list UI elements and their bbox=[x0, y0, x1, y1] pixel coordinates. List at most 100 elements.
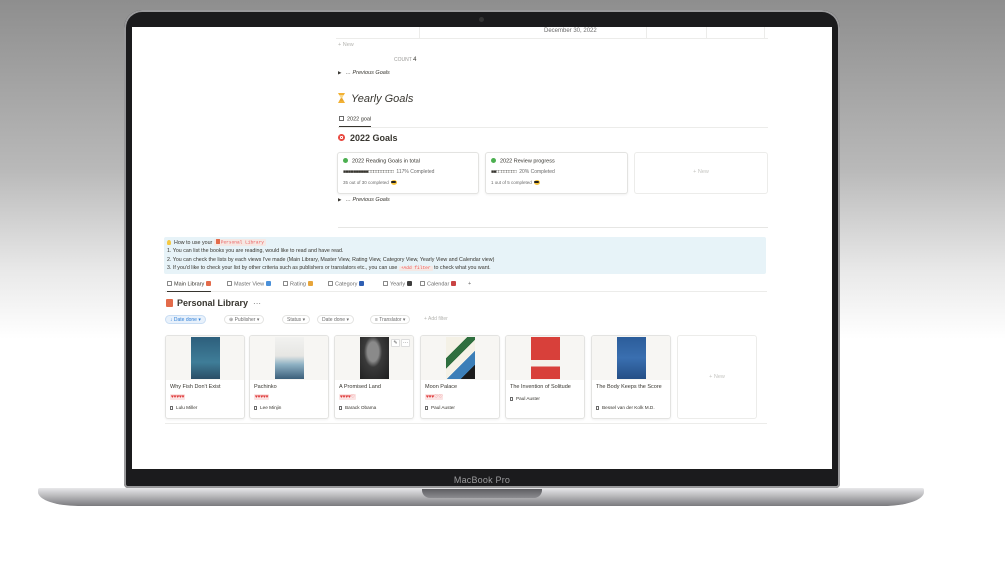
filter-translator[interactable]: ≡ Translator ▾ bbox=[370, 315, 411, 324]
page-icon bbox=[596, 405, 599, 410]
count-aggregate[interactable]: COUNT 4 bbox=[394, 57, 416, 63]
page-icon bbox=[510, 396, 513, 401]
books-emoji-icon bbox=[359, 281, 365, 286]
author-text: Lee Minjin bbox=[260, 405, 282, 410]
screen: December 30, 2022 + New COUNT 4 ▶… Previ… bbox=[132, 27, 832, 469]
book-icon bbox=[215, 239, 220, 244]
tab-2022-goal[interactable]: 2022 goal bbox=[339, 116, 372, 127]
rating-hearts: ♥♥♥♥♥ bbox=[170, 394, 186, 400]
book-title: The Invention of Solitude bbox=[510, 384, 571, 390]
author-text: Paul Auster bbox=[431, 405, 455, 410]
goal-summary: 1 out of 5 completed bbox=[491, 180, 540, 185]
book-card[interactable]: The Invention of Solitude Paul Auster bbox=[505, 335, 585, 419]
edit-icon[interactable]: ✎ bbox=[391, 339, 400, 347]
book-card[interactable]: Pachinko ♥♥♥♥♥ Lee Minjin bbox=[249, 335, 329, 419]
pencil-emoji-icon bbox=[307, 281, 313, 286]
goal-card-reading[interactable]: 2022 Reading Goals in total ■■■■■■■■■■□□… bbox=[337, 152, 479, 194]
tab-yearly[interactable]: Yearly bbox=[383, 281, 413, 288]
line3-text-a: 3. If you'd like to check your list by o… bbox=[167, 265, 398, 271]
sort-date-done[interactable]: ↓ Date done ▾ bbox=[165, 315, 206, 324]
rating-hearts: ♥♥♥♡♡ bbox=[425, 394, 444, 400]
summary-text: 35 out of 30 completed bbox=[343, 180, 389, 185]
lightbulb-icon bbox=[167, 239, 171, 245]
tab-label: Main Library bbox=[174, 281, 205, 288]
new-row-button[interactable]: + New bbox=[338, 42, 354, 48]
book-card[interactable]: ✎ ··· A Promised Land ♥♥♥♥♡ Barack Obama bbox=[334, 335, 414, 419]
toggle-triangle-icon: ▶ bbox=[338, 70, 342, 75]
new-book-card[interactable]: + New bbox=[677, 335, 757, 419]
book-card[interactable]: Moon Palace ♥♥♥♡♡ Paul Auster bbox=[420, 335, 500, 419]
tab-label: 2022 goal bbox=[347, 116, 372, 123]
toggle-label: … Previous Goals bbox=[345, 70, 390, 76]
sunglasses-emoji-icon bbox=[390, 180, 397, 185]
title-text: Personal Library bbox=[177, 298, 249, 308]
callout-heading: How to use your Personal Library bbox=[167, 239, 266, 246]
sunglasses-emoji-icon bbox=[533, 180, 540, 185]
tab-main-library[interactable]: Main Library bbox=[167, 281, 212, 292]
book-author: Bessel van der Kolk M.D. bbox=[596, 405, 655, 410]
tab-master-view[interactable]: Master View bbox=[227, 281, 272, 288]
author-text: Barack Obama bbox=[345, 405, 377, 410]
goal-card-review[interactable]: 2022 Review progress ■■□□□□□□□□ 20% Compl… bbox=[485, 152, 628, 194]
goal-summary: 35 out of 30 completed bbox=[343, 180, 397, 185]
book-card[interactable]: Why Fish Don't Exist ♥♥♥♥♥ Lulu Miller bbox=[165, 335, 245, 419]
page-icon bbox=[425, 405, 428, 410]
cover-area bbox=[421, 336, 499, 380]
add-view-button[interactable]: + bbox=[468, 281, 471, 287]
table-icon bbox=[283, 281, 288, 286]
calendar-emoji-icon bbox=[407, 281, 413, 286]
tab-calendar[interactable]: Calendar bbox=[420, 281, 457, 288]
previous-goals-toggle-2[interactable]: ▶… Previous Goals bbox=[338, 197, 390, 203]
filter-publisher[interactable]: ⊕ Publisher ▾ bbox=[224, 315, 265, 324]
more-icon[interactable]: ··· bbox=[401, 339, 410, 347]
add-filter-button[interactable]: + Add filter bbox=[424, 316, 448, 322]
personal-library-title: Personal Library ··· bbox=[166, 298, 261, 308]
toggle-label: … Previous Goals bbox=[345, 197, 390, 203]
goal-card-title: 2022 Review progress bbox=[491, 158, 555, 165]
filter-date-done[interactable]: Date done ▾ bbox=[317, 315, 354, 324]
cover-area bbox=[250, 336, 328, 380]
rating-hearts: ♥♥♥♥♡ bbox=[339, 394, 356, 400]
heading-text: Yearly Goals bbox=[351, 93, 414, 105]
clover-icon bbox=[343, 158, 348, 163]
goal-new-card[interactable]: + New bbox=[634, 152, 768, 194]
library-view-tabs: Main Library Master View Rating Category… bbox=[165, 280, 767, 292]
new-card-label: + New bbox=[709, 374, 725, 380]
notion-page: December 30, 2022 + New COUNT 4 ▶… Previ… bbox=[132, 27, 832, 469]
title-text: 2022 Goals bbox=[350, 133, 398, 143]
previous-goals-toggle[interactable]: ▶… Previous Goals bbox=[338, 70, 390, 76]
book-author: Paul Auster bbox=[510, 396, 540, 401]
cover-area bbox=[506, 336, 584, 380]
tab-label: Calendar bbox=[427, 281, 450, 288]
filter-status[interactable]: Status ▾ bbox=[282, 315, 311, 324]
count-label: COUNT bbox=[394, 57, 412, 63]
callout-line-3: 3. If you'd like to check your list by o… bbox=[167, 265, 491, 271]
book-title: Moon Palace bbox=[425, 384, 458, 390]
more-options-button[interactable]: ··· bbox=[253, 299, 261, 308]
divider bbox=[338, 227, 768, 228]
tab-label: Yearly bbox=[390, 281, 406, 288]
calendar-emoji-icon bbox=[451, 281, 457, 286]
book-cover-image bbox=[360, 337, 389, 379]
tab-rating[interactable]: Rating bbox=[283, 281, 313, 288]
tab-category[interactable]: Category bbox=[328, 281, 365, 288]
book-icon bbox=[166, 299, 173, 307]
personal-library-mention[interactable]: Personal Library bbox=[213, 239, 266, 246]
book-title: Pachinko bbox=[254, 384, 277, 390]
clover-icon bbox=[491, 158, 496, 163]
progress-blocks: ■■■■■■■■■■□□□□□□□□□□ bbox=[343, 169, 394, 175]
book-card[interactable]: The Body Keeps the Score Bessel van der … bbox=[591, 335, 671, 419]
toggle-triangle-icon: ▶ bbox=[338, 197, 342, 202]
book-author: Barack Obama bbox=[339, 405, 376, 410]
book-cover-image bbox=[191, 337, 220, 379]
book-cover-image bbox=[446, 337, 475, 379]
book-title: The Body Keeps the Score bbox=[596, 384, 662, 390]
progress-bar: ■■□□□□□□□□ 20% Completed bbox=[491, 169, 555, 175]
callout-line-2: 2. You can check the lists by each views… bbox=[167, 256, 495, 263]
book-emoji-icon bbox=[206, 281, 212, 286]
line3-text-b: to check what you want. bbox=[434, 265, 491, 271]
cover-area bbox=[592, 336, 670, 380]
hourglass-icon bbox=[338, 93, 345, 103]
new-card-label: + New bbox=[693, 169, 709, 175]
chip-text: Personal Library bbox=[220, 240, 264, 246]
